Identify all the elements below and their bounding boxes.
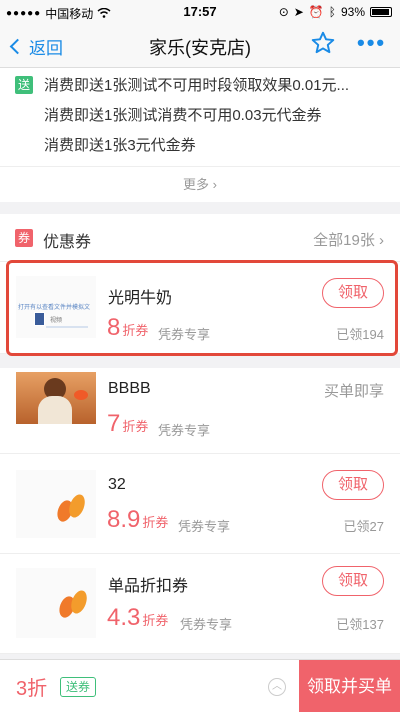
claim-and-pay-button[interactable]: 领取并买单	[299, 660, 400, 712]
bluetooth-icon: ᛒ	[328, 5, 336, 19]
coupon-item[interactable]: 打开有以查看文件并模拟文 视频 光明牛奶 8 折券 凭券专享 领取 已领194	[0, 262, 400, 354]
promo-line-3: 消费即送1张3元代金券	[44, 137, 196, 154]
coupon-name: BBBB	[108, 380, 151, 397]
chevron-right-icon: ›	[212, 177, 217, 192]
more-label: 更多	[183, 177, 210, 192]
coupon-thumbnail: 打开有以查看文件并模拟文 视频	[16, 276, 96, 338]
coupon-name: 光明牛奶	[108, 290, 173, 307]
thumbnail-caption: 打开有以查看文件并模拟文	[18, 305, 91, 311]
bottom-bar: 3折 送券 ︿ 领取并买单	[0, 659, 400, 712]
coupon-discount: 8 折券	[107, 314, 148, 342]
coupon-thumbnail	[16, 372, 96, 424]
claimed-count: 已领137	[336, 617, 384, 632]
coupon-section-title: 优惠券	[43, 234, 92, 251]
pay-benefit-label: 买单即享	[323, 383, 384, 400]
coupon-thumbnail	[16, 470, 96, 538]
battery-icon	[370, 7, 392, 17]
promo-line-2: 消费即送1张测试消费不可用0.03元代金券	[44, 107, 322, 124]
coupon-discount: 7 折券	[107, 410, 148, 438]
battery-percent: 93%	[340, 5, 365, 19]
discount-value: 7	[107, 410, 121, 437]
promo-section: 送 消费即送1张测试不可用时段领取效果0.01元... 消费即送1张测试消费不可…	[0, 68, 400, 202]
status-right: ⊙ ➤ ⏰ ᛒ 93%	[279, 5, 392, 19]
alarm-icon: ⏰	[308, 5, 324, 19]
favorite-star-icon[interactable]	[310, 30, 336, 62]
coupon-tag: 凭券专享	[158, 423, 211, 438]
discount-unit: 折券	[142, 613, 169, 628]
page-title: 家乐(安克店)	[149, 38, 251, 58]
more-promos-button[interactable]: 更多 ›	[0, 166, 400, 202]
chevron-right-icon: ›	[379, 232, 384, 249]
discount-unit: 折券	[122, 419, 149, 434]
rotation-lock-icon: ⊙	[278, 5, 289, 19]
bottom-discount: 3折	[16, 678, 48, 700]
coupon-thumbnail	[16, 568, 96, 638]
claim-button[interactable]: 领取	[322, 470, 384, 500]
thumbnail-sub: 视频	[50, 318, 63, 324]
all-coupons-label: 全部19张	[313, 232, 375, 249]
promo-line-1: 消费即送1张测试不可用时段领取效果0.01元...	[44, 77, 350, 94]
coupon-tag: 凭券专享	[178, 519, 231, 534]
claim-button[interactable]: 领取	[322, 278, 384, 308]
claim-button[interactable]: 领取	[322, 566, 384, 596]
coupon-discount: 4.3 折券	[107, 604, 168, 632]
coupon-discount: 8.9 折券	[107, 506, 168, 534]
status-bar: ●●●●● 中国移动 17:57 ⊙ ➤ ⏰ ᛒ 93%	[0, 0, 400, 24]
coupon-tag: 凭券专享	[180, 617, 233, 632]
discount-value: 8.9	[107, 506, 141, 533]
discount-unit: 折券	[122, 323, 149, 338]
discount-value: 8	[107, 314, 121, 341]
coupon-item[interactable]: 32 8.9 折券 凭券专享 领取 已领27	[0, 454, 400, 554]
coupon-name: 单品折扣券	[108, 578, 189, 595]
send-coupon-badge: 送券	[60, 677, 96, 697]
discount-unit: 折券	[142, 515, 169, 530]
more-options-icon[interactable]: •••	[357, 30, 386, 56]
coupon-tag: 凭券专享	[158, 327, 211, 342]
nav-bar: 返回 家乐(安克店) •••	[0, 24, 400, 68]
claimed-count: 已领194	[336, 327, 384, 342]
discount-value: 4.3	[107, 604, 141, 631]
all-coupons-link[interactable]: 全部19张 ›	[313, 229, 384, 250]
coupon-item[interactable]: BBBB 7 折券 凭券专享 买单即享	[0, 368, 400, 454]
coupon-badge-icon: 券	[15, 229, 33, 247]
location-icon: ➤	[293, 5, 304, 19]
coupon-name: 32	[108, 476, 126, 493]
coupon-item[interactable]: 单品折扣券 4.3 折券 凭券专享 领取 已领137	[0, 554, 400, 654]
gift-badge: 送	[15, 76, 33, 94]
coupon-header: 券 优惠券 全部19张 ›	[0, 214, 400, 262]
claimed-count: 已领27	[343, 519, 384, 534]
chevron-up-icon[interactable]: ︿	[268, 678, 286, 696]
